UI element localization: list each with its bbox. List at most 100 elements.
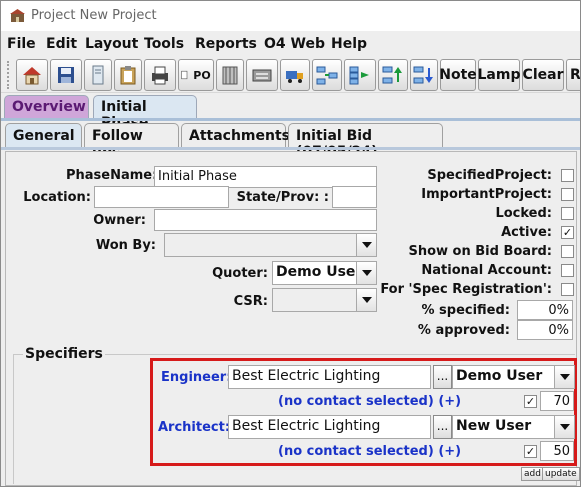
tab-initial-phase[interactable]: Initial Phase (93, 95, 197, 131)
tab-follow-ups[interactable]: Follow ups (84, 123, 179, 160)
chevron-down-icon[interactable] (356, 234, 376, 256)
update-button[interactable]: update (542, 467, 580, 481)
menu-layout[interactable]: Layout (85, 36, 138, 52)
active-checkbox[interactable]: ✓ (561, 226, 574, 239)
menu-help[interactable]: Help (331, 36, 367, 52)
engineer-company-field[interactable]: Best Electric Lighting (228, 365, 431, 389)
clear-button[interactable]: Clear (522, 59, 564, 91)
keyboard-icon (252, 69, 272, 82)
architect-contact-link[interactable]: (no contact selected) (+) (278, 444, 461, 459)
locked-checkbox[interactable] (561, 207, 574, 220)
specified-project-label: SpecifiedProject: (427, 168, 552, 183)
toolbar: PO Note Lamp Clear RF (1, 57, 580, 93)
outer-tab-bar: Overview Initial Phase (1, 93, 580, 131)
general-panel: PhaseName: Initial Phase Location: State… (5, 151, 580, 486)
architect-company-field[interactable]: Best Electric Lighting (228, 415, 431, 439)
chevron-down-icon[interactable] (554, 416, 574, 438)
copy-button[interactable] (84, 59, 112, 91)
architect-label: Architect: (158, 420, 231, 435)
po-icon (181, 70, 188, 80)
state-label: State/Prov: : (236, 190, 329, 205)
print-icon (152, 66, 168, 85)
add-button[interactable]: add (521, 467, 544, 481)
specified-project-checkbox[interactable] (561, 169, 574, 182)
tree-expand-button[interactable] (312, 59, 342, 91)
print-button[interactable] (144, 59, 176, 91)
important-project-checkbox[interactable] (561, 188, 574, 201)
lamp-button[interactable]: Lamp (478, 59, 521, 91)
engineer-browse-button[interactable]: ... (433, 365, 452, 389)
engineer-checkbox[interactable]: ✓ (524, 395, 537, 408)
location-label: Location: (23, 190, 91, 205)
architect-percent-field[interactable]: 50 (540, 441, 574, 461)
location-field[interactable] (94, 186, 229, 208)
home-button[interactable] (16, 59, 48, 91)
po-label: PO (193, 68, 211, 82)
tab-general[interactable]: General (5, 123, 82, 148)
pct-specified-field[interactable]: 0% (517, 300, 573, 320)
phase-name-field[interactable]: Initial Phase (154, 166, 377, 188)
national-account-checkbox[interactable] (561, 264, 574, 277)
important-project-label: ImportantProject: (421, 187, 552, 202)
phase-name-label: PhaseName: (66, 168, 158, 183)
move-up-button[interactable] (378, 59, 408, 91)
menu-reports[interactable]: Reports (195, 36, 257, 52)
spec-registration-checkbox[interactable] (561, 283, 574, 296)
ruler-button[interactable] (216, 59, 244, 91)
toolbar-grip[interactable] (7, 61, 11, 89)
clipboard-button[interactable] (114, 59, 142, 91)
locked-label: Locked: (495, 206, 552, 221)
app-window: Project New Project File Edit Layout Too… (0, 0, 581, 487)
menu-bar: File Edit Layout Tools Reports O4 Web He… (1, 31, 580, 57)
truck-icon (286, 71, 303, 83)
architect-browse-button[interactable]: ... (433, 415, 452, 439)
menu-file[interactable]: File (7, 36, 36, 52)
csr-select[interactable] (272, 288, 377, 312)
quoter-label: Quoter: (212, 266, 268, 281)
quoter-select[interactable]: Demo User (272, 261, 377, 285)
pct-approved-label: % approved: (417, 323, 510, 338)
won-by-select[interactable] (164, 233, 377, 257)
move-up-icon (382, 66, 402, 84)
copy-icon (92, 65, 104, 85)
architect-checkbox[interactable]: ✓ (524, 445, 537, 458)
note-button[interactable]: Note (439, 59, 477, 91)
keyboard-button[interactable] (246, 59, 278, 91)
engineer-user-value: Demo User (456, 368, 543, 384)
tab-attachments[interactable]: Attachments (181, 123, 290, 148)
spec-registration-label: For 'Spec Registration': (380, 282, 552, 297)
truck-button[interactable] (280, 59, 310, 91)
csr-label: CSR: (233, 294, 268, 309)
move-down-icon (413, 66, 433, 84)
engineer-user-select[interactable]: Demo User (452, 365, 575, 389)
save-icon (58, 67, 74, 83)
window-title: Project New Project (31, 8, 157, 23)
save-button[interactable] (50, 59, 82, 91)
active-label: Active: (501, 225, 552, 240)
architect-user-select[interactable]: New User (452, 415, 575, 439)
menu-edit[interactable]: Edit (46, 36, 77, 52)
menu-tools[interactable]: Tools (144, 36, 184, 52)
menu-o4web[interactable]: O4 Web (264, 36, 325, 52)
owner-label: Owner: (93, 213, 146, 228)
title-bar: Project New Project (1, 1, 580, 31)
chevron-down-icon[interactable] (356, 262, 376, 284)
rf-button[interactable]: RF (566, 59, 580, 91)
state-field[interactable] (332, 186, 377, 208)
chevron-down-icon[interactable] (554, 366, 574, 388)
po-button[interactable]: PO (178, 59, 214, 91)
move-down-button[interactable] (410, 59, 438, 91)
chevron-down-icon[interactable] (356, 289, 376, 311)
tree-collapse-icon (349, 66, 369, 85)
engineer-percent-field[interactable]: 70 (540, 391, 574, 411)
tree-collapse-button[interactable] (344, 59, 376, 91)
tab-overview[interactable]: Overview (4, 95, 89, 119)
owner-field[interactable] (154, 209, 377, 231)
home-icon (23, 67, 41, 85)
tab-initial-bid[interactable]: Initial Bid (07/05/24) (288, 123, 443, 160)
pct-approved-field[interactable]: 0% (517, 320, 573, 340)
engineer-contact-link[interactable]: (no contact selected) (+) (278, 394, 461, 409)
national-account-label: National Account: (421, 263, 552, 278)
show-on-bid-board-checkbox[interactable] (561, 245, 574, 258)
tree-expand-icon (316, 66, 338, 85)
